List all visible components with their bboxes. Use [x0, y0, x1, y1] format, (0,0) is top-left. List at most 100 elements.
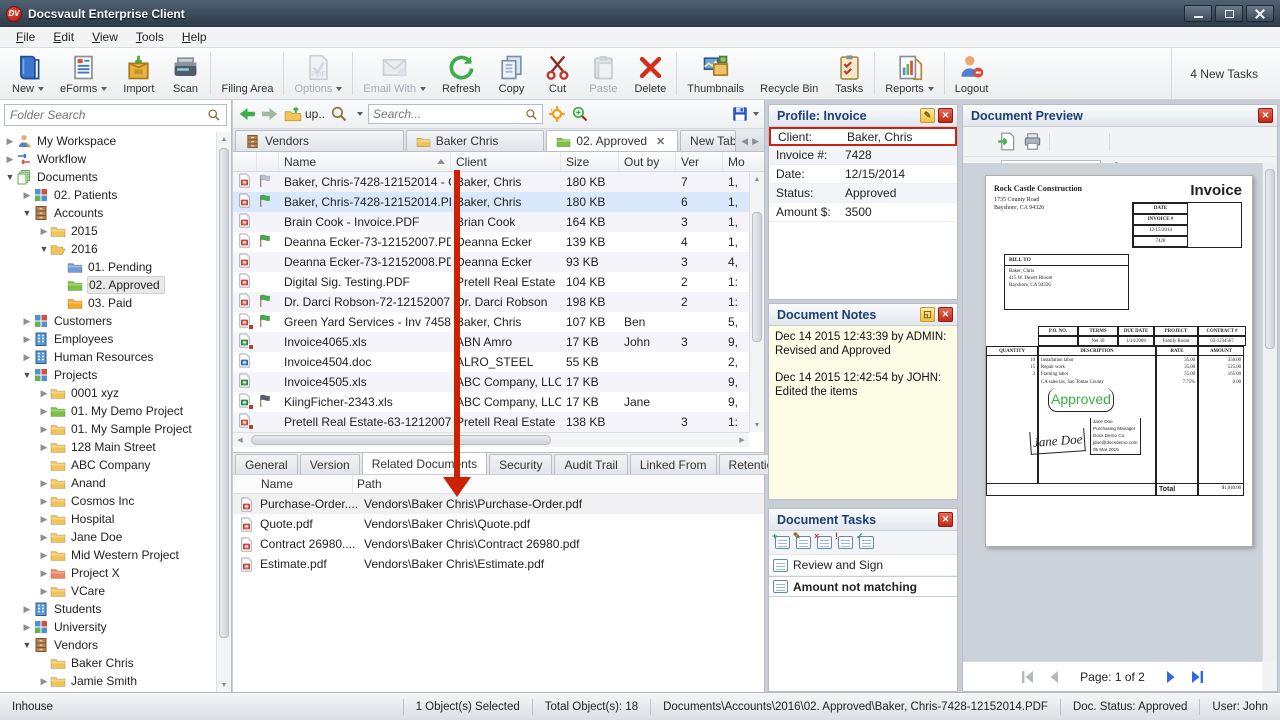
scroll-left-icon[interactable]: ◀	[233, 436, 247, 444]
detail-tab-version[interactable]: Version	[300, 454, 360, 474]
tree-item-vendors[interactable]: ▼Vendors	[0, 636, 216, 654]
zoom-in-icon[interactable]	[1117, 132, 1136, 151]
expand-arrow-icon[interactable]: ▶	[21, 352, 33, 363]
expand-arrow-icon[interactable]: ▼	[21, 640, 33, 650]
recycle-bin-button[interactable]: Recycle Bin	[752, 48, 826, 99]
tree-item-employees[interactable]: ▶Employees	[0, 330, 216, 348]
cut-button[interactable]: Cut	[534, 48, 580, 99]
add-task-icon[interactable]: +	[775, 536, 790, 549]
tree-item-01-pending[interactable]: 01. Pending	[0, 258, 216, 276]
file-row[interactable]: Deanna Ecker-73-12152007.PDF Deanna Ecke…	[233, 232, 749, 252]
folder-tab-baker-chris[interactable]: Baker Chris	[406, 130, 545, 151]
file-row[interactable]: Brain Cook - Invoice.PDF Brian Cook 164 …	[233, 212, 749, 232]
eforms-button[interactable]: eForms	[52, 48, 115, 99]
expand-arrow-icon[interactable]: ▶	[38, 388, 50, 399]
expand-arrow-icon[interactable]: ▶	[4, 136, 16, 147]
related-doc-row[interactable]: Quote.pdf Vendors\Baker Chris\Quote.pdf	[233, 514, 764, 534]
close-panel-icon[interactable]: ✕	[938, 307, 953, 322]
detail-tab-security[interactable]: Security	[489, 454, 552, 474]
tree-item-workflow[interactable]: ▶Workflow	[0, 150, 216, 168]
detail-tab-linked-from[interactable]: Linked From	[630, 454, 717, 474]
tree-item-mid-western-project[interactable]: ▶Mid Western Project	[0, 546, 216, 564]
tasks-button[interactable]: Tasks	[826, 48, 872, 99]
expand-arrow-icon[interactable]: ▶	[38, 442, 50, 453]
related-doc-row[interactable]: Estimate.pdf Vendors\Baker Chris\Estimat…	[233, 554, 764, 574]
tab-close-icon[interactable]: ✕	[656, 135, 665, 148]
file-row[interactable]: Invoice4505.xls ABC Company, LLC. 17 KB …	[233, 372, 749, 392]
scroll-thumb[interactable]	[752, 212, 762, 342]
tree-item-02-approved[interactable]: 02. Approved	[0, 276, 216, 294]
filing-area-button[interactable]: Filing Area	[213, 48, 281, 99]
file-list-hscrollbar[interactable]: ◀ ▶	[233, 432, 749, 447]
delete-task-icon[interactable]: ×	[817, 536, 832, 549]
column-header-client[interactable]: Client	[451, 152, 561, 171]
expand-arrow-icon[interactable]: ▶	[21, 190, 33, 201]
menu-item-file[interactable]: File	[8, 28, 43, 46]
tree-item-baker-chris[interactable]: Baker Chris	[0, 654, 216, 672]
page-back-icon[interactable]	[1057, 132, 1076, 151]
file-row[interactable]: Deanna Ecker-73-12152008.PDF Deanna Ecke…	[233, 252, 749, 272]
tree-item-01-my-demo-project[interactable]: ▶01. My Demo Project	[0, 402, 216, 420]
column-header-ver[interactable]: Ver	[676, 152, 723, 171]
tree-item-hospital[interactable]: ▶Hospital	[0, 510, 216, 528]
file-row[interactable]: Pretell Real Estate-63-1212007.... Prete…	[233, 412, 749, 432]
search-scope-caret-icon[interactable]	[357, 112, 363, 116]
expand-arrow-icon[interactable]: ▶	[21, 622, 33, 633]
scroll-thumb[interactable]	[1265, 169, 1275, 349]
expand-arrow-icon[interactable]: ▶	[38, 424, 50, 435]
file-row[interactable]: Digital Sig. Testing.PDF Pretell Real Es…	[233, 272, 749, 292]
tree-item-university[interactable]: ▶University	[0, 618, 216, 636]
popout-panel-icon[interactable]: ◱	[920, 307, 935, 322]
search-box[interactable]	[368, 104, 543, 124]
preview-scrollbar[interactable]	[1262, 163, 1277, 661]
close-button[interactable]	[1246, 5, 1274, 22]
tree-item-128-main-street[interactable]: ▶128 Main Street	[0, 438, 216, 456]
tree-item-accounts[interactable]: ▼Accounts	[0, 204, 216, 222]
tree-item-my-workspace[interactable]: ▶My Workspace	[0, 132, 216, 150]
back-icon[interactable]	[238, 105, 256, 123]
page-forward-icon[interactable]	[1083, 132, 1102, 151]
complete-task-icon[interactable]: ✓	[859, 536, 874, 549]
scroll-thumb[interactable]	[251, 435, 551, 445]
expand-arrow-icon[interactable]: ▶	[38, 226, 50, 237]
expand-arrow-icon[interactable]: ▶	[38, 586, 50, 597]
export-icon[interactable]	[997, 132, 1016, 151]
scroll-up-icon[interactable]: ▲	[750, 172, 764, 186]
logout-button[interactable]: Logout	[947, 48, 997, 99]
file-row[interactable]: Invoice4504.doc ALRO_STEEL 55 KB 2,	[233, 352, 749, 372]
tree-item-projects[interactable]: ▼Projects	[0, 366, 216, 384]
expand-arrow-icon[interactable]: ▶	[38, 532, 50, 543]
expand-arrow-icon[interactable]: ▼	[4, 172, 16, 182]
file-row[interactable]: Baker, Chris-7428-12152014 - C... Baker,…	[233, 172, 749, 192]
print-icon[interactable]	[1023, 132, 1042, 151]
fit-width-icon[interactable]	[1195, 132, 1214, 151]
file-row[interactable]: KiingFicher-2343.xls ABC Company, LLC. 1…	[233, 392, 749, 412]
scroll-thumb[interactable]	[219, 148, 229, 638]
related-column-name[interactable]: Name	[233, 475, 353, 493]
tree-item-2015[interactable]: ▶2015	[0, 222, 216, 240]
dropdown-caret-icon[interactable]	[101, 87, 107, 91]
detail-tab-related-documents[interactable]: Related Documents	[362, 452, 487, 474]
new-button[interactable]: New	[4, 48, 52, 99]
expand-arrow-icon[interactable]: ▶	[21, 316, 33, 327]
file-row[interactable]: Baker, Chris-7428-12152014.PDF Baker, Ch…	[233, 192, 749, 212]
tab-scroll-left-icon[interactable]: ◀	[741, 136, 748, 147]
menu-item-tools[interactable]: Tools	[128, 28, 172, 46]
menu-item-view[interactable]: View	[84, 28, 126, 46]
last-page-icon[interactable]	[1189, 670, 1205, 684]
previous-page-icon[interactable]	[1046, 670, 1062, 684]
close-panel-icon[interactable]: ✕	[938, 512, 953, 527]
menu-item-help[interactable]: Help	[174, 28, 215, 46]
close-panel-icon[interactable]: ✕	[938, 108, 953, 123]
settings-gear-icon[interactable]	[548, 105, 566, 123]
folder-tab-02-approved[interactable]: 02. Approved✕	[546, 130, 678, 151]
file-row[interactable]: Dr. Darci Robson-72-12152007.... Dr. Dar…	[233, 292, 749, 312]
select-text-icon[interactable]	[1221, 132, 1240, 151]
detail-tab-audit-trail[interactable]: Audit Trail	[554, 454, 627, 474]
expand-arrow-icon[interactable]: ▶	[38, 478, 50, 489]
column-header-name[interactable]: Name	[279, 152, 451, 171]
file-list-scrollbar[interactable]: ▲ ▼	[749, 172, 764, 432]
related-column-path[interactable]: Path	[353, 475, 764, 493]
file-row[interactable]: Invoice4065.xls ABN Amro 17 KB John 3 9,	[233, 332, 749, 352]
tree-item-jamie-smith[interactable]: ▶Jamie Smith	[0, 672, 216, 690]
